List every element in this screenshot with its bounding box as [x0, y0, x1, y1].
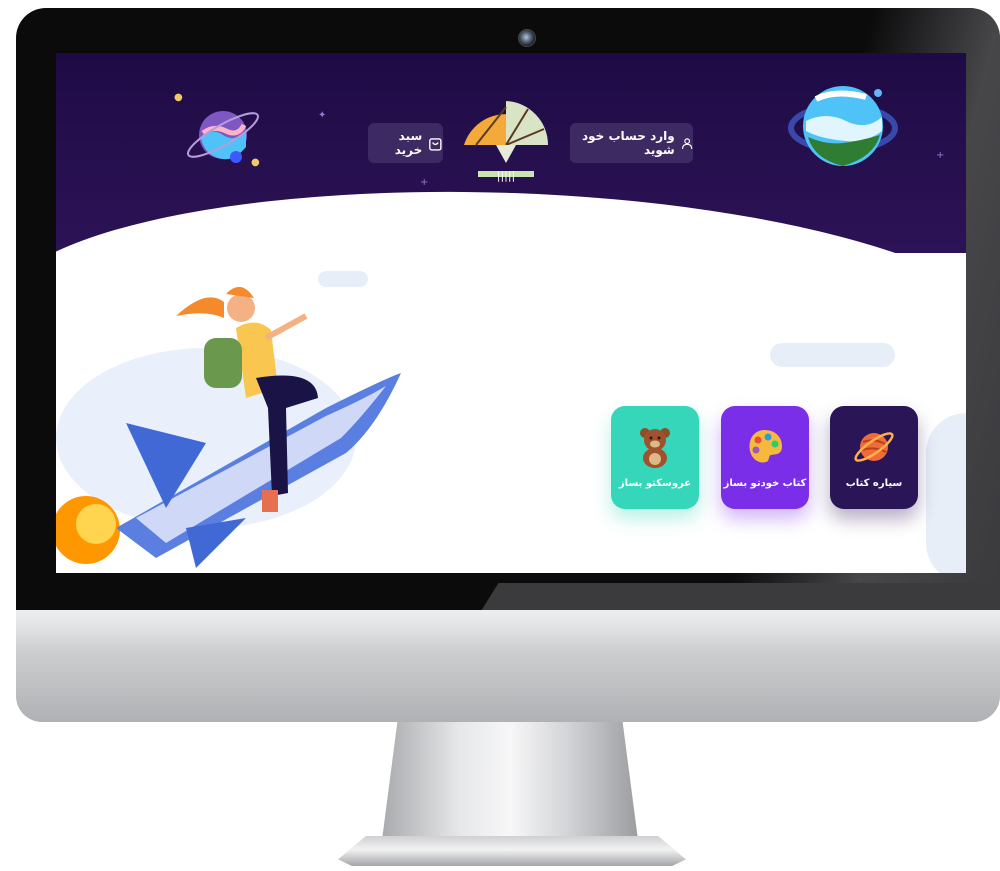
paint-palette-icon — [749, 430, 782, 463]
tile-make-your-book[interactable]: کتاب خودتو بساز — [721, 406, 809, 509]
monitor-stand — [382, 722, 638, 840]
tile-label: سیاره کتاب — [845, 478, 903, 489]
monitor-chin — [16, 610, 1000, 722]
webcam — [518, 29, 536, 47]
tile-make-your-doll[interactable]: عروسکتو بساز — [611, 406, 699, 509]
shopping-bag-icon — [429, 137, 442, 151]
planet-illustration — [187, 111, 259, 163]
svg-text:|||||: ||||| — [497, 169, 516, 182]
cart-button[interactable]: سبد خرید — [368, 123, 443, 163]
earth-planet-illustration — [788, 86, 898, 166]
cart-label: سبد خرید — [394, 129, 423, 157]
monitor-base — [338, 836, 686, 866]
star-decoration: + — [936, 150, 945, 161]
login-label: وارد حساب خود شوید — [581, 129, 675, 157]
star-decoration: ✦ — [318, 110, 327, 121]
login-button[interactable]: وارد حساب خود شوید — [570, 123, 693, 163]
planet-icon — [854, 432, 894, 462]
website-screen: ✦ + + ● ● ||||| وارد حساب خود شوید سبد خ… — [56, 53, 966, 573]
user-icon — [681, 137, 693, 149]
bezel-reflection-lower — [473, 583, 1000, 610]
cloud-decoration — [926, 413, 966, 573]
cloud-decoration — [770, 343, 895, 367]
tile-label: کتاب خودتو بساز — [723, 478, 807, 489]
star-decoration: + — [420, 177, 429, 188]
tile-book-planet[interactable]: سیاره کتاب — [830, 406, 918, 509]
teddy-bear-icon — [640, 428, 670, 468]
site-logo: ||||| — [464, 101, 548, 182]
girl-on-rocket-illustration — [56, 286, 401, 568]
tile-label: عروسکتو بساز — [618, 478, 692, 489]
